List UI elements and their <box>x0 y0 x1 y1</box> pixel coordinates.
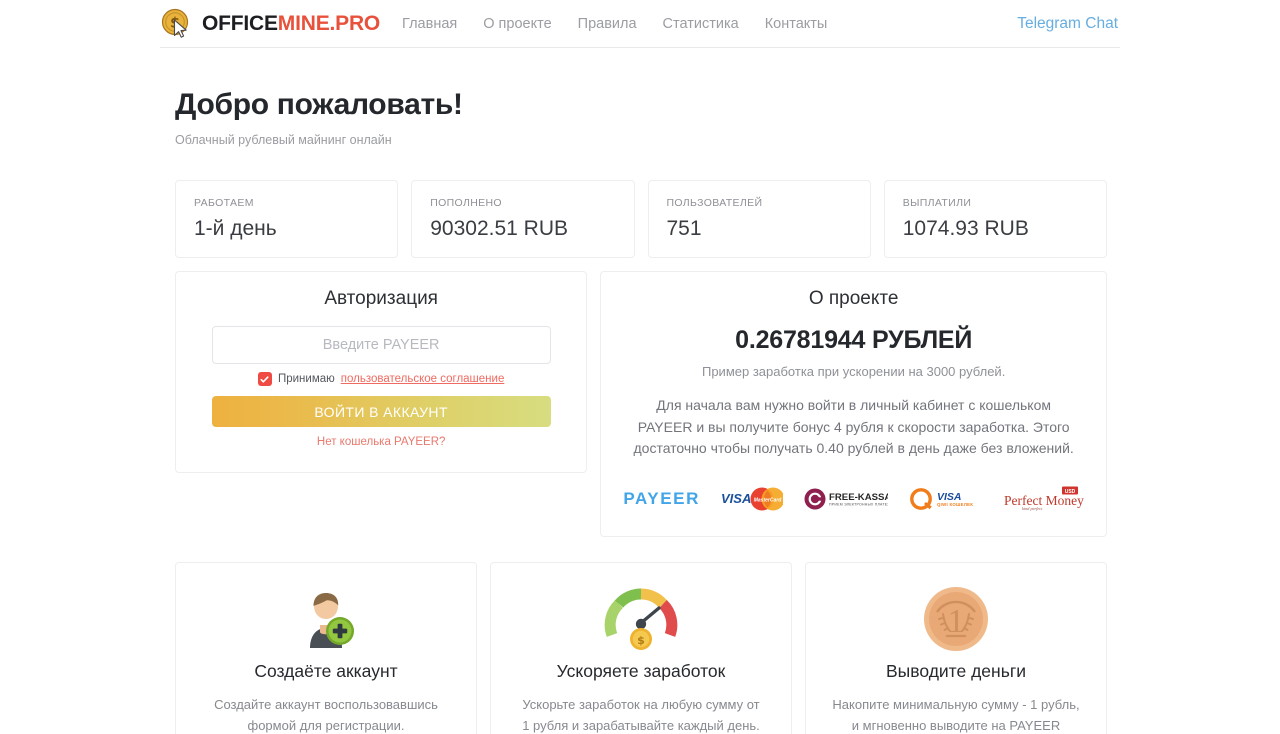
about-heading: О проекте <box>808 288 899 309</box>
page-subtitle: Облачный рублевый майнинг онлайн <box>175 133 392 147</box>
feature-text: Накопите минимальную сумму - 1 рубль, и … <box>832 697 1080 733</box>
feature-card-boost-earnings: $ Ускоряете заработок Ускорьте заработок… <box>490 562 792 734</box>
stat-value: 1-й день <box>194 217 277 240</box>
middle-row: Авторизация Принимаю пользовательское со… <box>175 271 1107 538</box>
nav-item-statistics[interactable]: Статистика <box>663 16 739 32</box>
stat-label: ПОЛЬЗОВАТЕЛЕЙ <box>666 197 763 209</box>
navbar-right: Telegram Chat <box>1017 15 1120 33</box>
no-payeer-wallet-link[interactable]: Нет кошелька PAYEER? <box>204 436 558 448</box>
about-project-card: О проекте 0.26781944 РУБЛЕЙ Пример зараб… <box>600 271 1107 538</box>
svg-text:Perfect Money: Perfect Money <box>1004 493 1084 508</box>
payeer-logo: PAYEER <box>623 489 700 509</box>
feature-title: Создаёте аккаунт <box>254 661 398 682</box>
feature-card-withdraw-money: 1 Выводите деньги Накопите минимальную с… <box>805 562 1107 734</box>
accept-agreement-checkbox[interactable] <box>257 372 272 386</box>
payment-logos-row: PAYEER VISA MasterCard FREE-KASSA ПРИЕМ … <box>623 484 1084 514</box>
perfect-money-logo: USD Perfect Money kind perfect <box>1004 484 1084 514</box>
stat-label: ВЫПЛАТИЛИ <box>902 197 972 209</box>
svg-text:QIWI КОШЕЛЕК: QIWI КОШЕЛЕК <box>937 502 973 507</box>
speedometer-coin-icon: $ <box>517 583 765 655</box>
stat-card-paid: ВЫПЛАТИЛИ 1074.93 RUB <box>883 180 1107 258</box>
stat-value: 1074.93 RUB <box>902 217 1029 240</box>
visa-mastercard-logo: VISA MasterCard <box>721 484 783 514</box>
brand-office-text: OFFICE <box>202 12 278 35</box>
navbar-inner: $ OFFICEMINE.PRO Главная О проекте Прави… <box>160 0 1120 48</box>
login-button[interactable]: ВОЙТИ В АККАУНТ <box>211 396 551 427</box>
feature-text: Создайте аккаунт воспользовавшись формой… <box>214 697 438 733</box>
svg-text:1: 1 <box>948 603 965 640</box>
svg-text:VISA: VISA <box>721 491 751 506</box>
about-body: Для начала вам нужно войти в личный каби… <box>633 397 1074 457</box>
stats-row: РАБОТАЕМ 1-й день ПОПОЛНЕНО 90302.51 RUB… <box>175 180 1107 258</box>
brand-mine-text: MINE.PRO <box>277 12 381 35</box>
stat-card-deposited: ПОПОЛНЕНО 90302.51 RUB <box>411 180 635 258</box>
feature-title: Выводите деньги <box>886 661 1026 682</box>
agreement-row: Принимаю пользовательское соглашение <box>204 372 558 386</box>
top-navbar: $ OFFICEMINE.PRO Главная О проекте Прави… <box>0 0 1280 48</box>
stat-card-working: РАБОТАЕМ 1-й день <box>175 180 399 258</box>
stat-value: 751 <box>666 217 702 240</box>
nav-item-contacts[interactable]: Контакты <box>765 16 828 32</box>
add-user-icon <box>202 583 450 655</box>
stat-label: РАБОТАЕМ <box>194 197 254 209</box>
brand-logo-link[interactable]: $ OFFICEMINE.PRO <box>160 7 380 41</box>
free-kassa-logo: FREE-KASSA ПРИЕМ ЭЛЕКТРОННЫХ ПЛАТЕЖЕЙ <box>804 484 888 514</box>
nav-item-about[interactable]: О проекте <box>483 16 551 32</box>
about-amount: 0.26781944 РУБЛЕЙ <box>735 326 973 354</box>
feature-card-create-account: Создаёте аккаунт Создайте аккаунт воспол… <box>175 562 477 734</box>
features-row: Создаёте аккаунт Создайте аккаунт воспол… <box>175 562 1107 734</box>
about-note: Пример заработка при ускорении на 3000 р… <box>701 364 1006 379</box>
stat-card-users: ПОЛЬЗОВАТЕЛЕЙ 751 <box>647 180 871 258</box>
nav-item-rules[interactable]: Правила <box>578 16 637 32</box>
svg-text:$: $ <box>637 634 645 647</box>
svg-text:ПРИЕМ ЭЛЕКТРОННЫХ ПЛАТЕЖЕЙ: ПРИЕМ ЭЛЕКТРОННЫХ ПЛАТЕЖЕЙ <box>829 503 888 507</box>
feature-title: Ускоряете заработок <box>556 661 726 682</box>
brand-text: OFFICEMINE.PRO <box>202 13 380 34</box>
payeer-wallet-input[interactable] <box>211 326 551 364</box>
svg-text:FREE-KASSA: FREE-KASSA <box>829 492 888 503</box>
authorization-card: Авторизация Принимаю пользовательское со… <box>175 271 588 473</box>
bronze-coin-icon: 1 <box>832 583 1080 655</box>
agreement-text: Принимаю <box>277 373 335 385</box>
stat-label: ПОПОЛНЕНО <box>430 197 502 209</box>
feature-text: Ускорьте заработок на любую сумму от 1 р… <box>522 697 760 733</box>
svg-text:MasterCard: MasterCard <box>754 498 782 504</box>
nav-item-home[interactable]: Главная <box>402 16 457 32</box>
auth-heading: Авторизация <box>324 288 438 309</box>
user-agreement-link[interactable]: пользовательское соглашение <box>341 373 505 385</box>
stat-value: 90302.51 RUB <box>430 217 569 240</box>
page-content: Добро пожаловать! Облачный рублевый майн… <box>175 48 1107 734</box>
svg-text:kind perfect: kind perfect <box>1022 506 1043 511</box>
page-title: Добро пожаловать! <box>175 88 463 121</box>
coin-cursor-icon: $ <box>160 7 194 41</box>
nav-links: Главная О проекте Правила Статистика Кон… <box>402 16 827 32</box>
qiwi-visa-logo: VISA QIWI КОШЕЛЕК <box>909 484 983 514</box>
telegram-chat-link[interactable]: Telegram Chat <box>1017 15 1118 32</box>
